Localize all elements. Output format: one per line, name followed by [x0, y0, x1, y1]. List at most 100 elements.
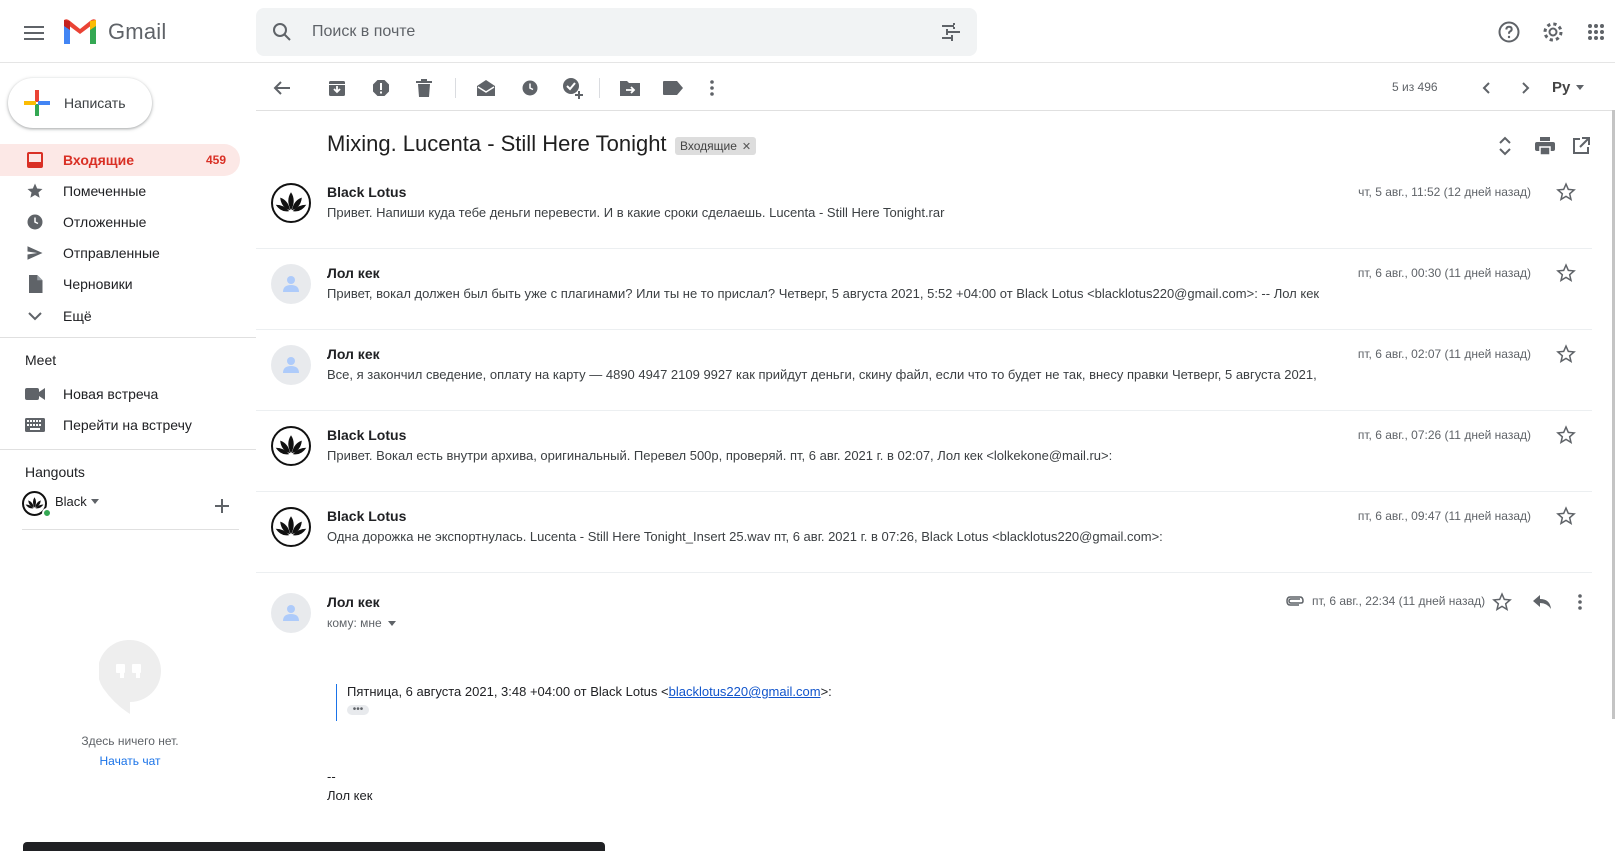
- star-icon[interactable]: [1556, 506, 1576, 526]
- unread-count: 459: [205, 153, 226, 167]
- star-icon[interactable]: [1556, 425, 1576, 445]
- more-vert-icon: [710, 80, 714, 96]
- add-contact-icon[interactable]: [215, 499, 229, 513]
- archive-button[interactable]: [325, 76, 349, 100]
- expand-all-button[interactable]: [1499, 136, 1511, 156]
- sidebar-item-label: Отложенные: [63, 214, 147, 230]
- compose-button[interactable]: Написать: [8, 78, 152, 128]
- older-button[interactable]: [1514, 76, 1538, 100]
- search-bar[interactable]: [256, 8, 977, 56]
- chevron-right-icon: [1522, 82, 1530, 94]
- input-language-label: Ру: [1552, 79, 1571, 96]
- open-new-window-button[interactable]: [1572, 137, 1590, 155]
- signature: -- Лол кек: [327, 767, 372, 805]
- hangouts-empty-state: Здесь ничего нет. Начать чат: [60, 640, 200, 768]
- gmail-logo[interactable]: Gmail: [62, 15, 166, 49]
- collapsed-message[interactable]: Black Lotus Привет. Вокал есть внутри ар…: [256, 411, 1592, 492]
- sidebar-item-label: Перейти на встречу: [63, 417, 192, 433]
- label-chip-text: Входящие: [680, 139, 737, 153]
- star-icon[interactable]: [1556, 182, 1576, 202]
- search-icon[interactable]: [270, 20, 294, 44]
- sidebar-item-snoozed[interactable]: Отложенные: [0, 206, 240, 238]
- quoted-text: Пятница, 6 августа 2021, 3:48 +04:00 от …: [336, 684, 832, 721]
- meet-new-meeting[interactable]: Новая встреча: [0, 378, 240, 410]
- sidebar-item-label: Входящие: [63, 152, 134, 168]
- sender-name: Лол кек: [327, 346, 380, 362]
- app-name: Gmail: [108, 19, 167, 44]
- attachment-icon: [1286, 596, 1304, 606]
- reply-icon[interactable]: [1532, 594, 1552, 610]
- star-icon[interactable]: [1556, 263, 1576, 283]
- message-date: пт, 6 авг., 07:26 (11 дней назад): [1357, 428, 1531, 442]
- main-menu-button[interactable]: [18, 17, 50, 49]
- quote-email-link[interactable]: blacklotus220@gmail.com: [669, 684, 821, 699]
- label-icon: [663, 81, 683, 95]
- print-button[interactable]: [1535, 137, 1555, 155]
- report-spam-button[interactable]: [369, 76, 393, 100]
- meet-join-meeting[interactable]: Перейти на встречу: [0, 409, 240, 441]
- apps-button[interactable]: [1580, 16, 1612, 48]
- toolbar-separator: [599, 78, 600, 98]
- sidebar-item-label: Помеченные: [63, 183, 147, 199]
- pagination-text: 5 из 496: [1392, 80, 1438, 94]
- sidebar-item-drafts[interactable]: Черновики: [0, 268, 240, 300]
- message-snippet: Одна дорожка не экспортнулась. Lucenta -…: [327, 529, 1163, 544]
- more-actions-button[interactable]: [700, 76, 724, 100]
- online-status-dot: [42, 508, 52, 518]
- expanded-message: Лол кек кому: мне пт, 6 авг., 22:34 (11 …: [256, 577, 1592, 851]
- move-to-button[interactable]: [618, 76, 642, 100]
- compose-label: Написать: [64, 95, 126, 111]
- search-input[interactable]: [312, 8, 892, 56]
- draft-icon: [25, 274, 45, 294]
- labels-button[interactable]: [661, 76, 685, 100]
- mark-unread-button[interactable]: [474, 76, 498, 100]
- quote-suffix: >:: [820, 684, 832, 699]
- label-chip[interactable]: Входящие ✕: [675, 137, 757, 155]
- newer-button[interactable]: [1474, 76, 1498, 100]
- sidebar-item-inbox[interactable]: Входящие 459: [0, 144, 240, 176]
- snooze-button[interactable]: [518, 76, 542, 100]
- sidebar-item-sent[interactable]: Отправленные: [0, 237, 240, 269]
- help-button[interactable]: [1493, 16, 1525, 48]
- sidebar-item-starred[interactable]: Помеченные: [0, 175, 240, 207]
- star-icon[interactable]: [1556, 344, 1576, 364]
- collapsed-message[interactable]: Black Lotus Привет. Напиши куда тебе ден…: [256, 168, 1592, 249]
- input-tools-button[interactable]: Ру: [1552, 79, 1585, 96]
- caret-down-icon[interactable]: [91, 499, 99, 504]
- remove-label-icon[interactable]: ✕: [742, 140, 751, 153]
- start-chat-link[interactable]: Начать чат: [60, 754, 200, 768]
- collapsed-message[interactable]: Лол кек Привет, вокал должен был быть уж…: [256, 249, 1592, 330]
- message-snippet: Все, я закончил сведение, оплату на карт…: [327, 367, 1317, 382]
- sidebar-item-more[interactable]: Ещё: [0, 300, 240, 332]
- star-icon[interactable]: [1492, 592, 1512, 612]
- hangouts-divider: [22, 529, 239, 530]
- collapsed-message[interactable]: Black Lotus Одна дорожка не экспортнулас…: [256, 492, 1592, 573]
- clock-icon: [25, 212, 45, 232]
- hangouts-empty-text: Здесь ничего нет.: [81, 734, 179, 748]
- send-icon: [25, 243, 45, 263]
- back-button[interactable]: [270, 76, 294, 100]
- collapsed-message[interactable]: Лол кек Все, я закончил сведение, оплату…: [256, 330, 1592, 411]
- delete-button[interactable]: [412, 76, 436, 100]
- sidebar-item-label: Ещё: [63, 308, 92, 324]
- scrollbar[interactable]: [1606, 110, 1615, 719]
- recipient-details[interactable]: кому: мне: [327, 616, 396, 630]
- show-trimmed-content-button[interactable]: •••: [347, 705, 369, 715]
- lotus-logo-icon: [275, 192, 307, 212]
- folder-move-icon: [620, 81, 640, 96]
- message-date: пт, 6 авг., 22:34 (11 дней назад): [1312, 594, 1486, 608]
- search-options-icon[interactable]: [939, 20, 963, 44]
- chat-dock-bar[interactable]: [23, 842, 605, 851]
- hangouts-user-name[interactable]: Black: [55, 494, 87, 509]
- caret-down-icon: [1576, 85, 1585, 90]
- more-vert-icon[interactable]: [1578, 594, 1582, 610]
- arrow-back-icon: [273, 81, 290, 95]
- signature-name: Лол кек: [327, 788, 373, 803]
- add-to-tasks-button[interactable]: [561, 76, 585, 100]
- settings-button[interactable]: [1537, 16, 1569, 48]
- sidebar-item-label: Черновики: [63, 276, 133, 292]
- sender-name: Лол кек: [327, 265, 380, 281]
- sender-name: Black Lotus: [327, 184, 407, 200]
- signature-dashes: --: [327, 769, 336, 784]
- print-icon: [1535, 137, 1555, 155]
